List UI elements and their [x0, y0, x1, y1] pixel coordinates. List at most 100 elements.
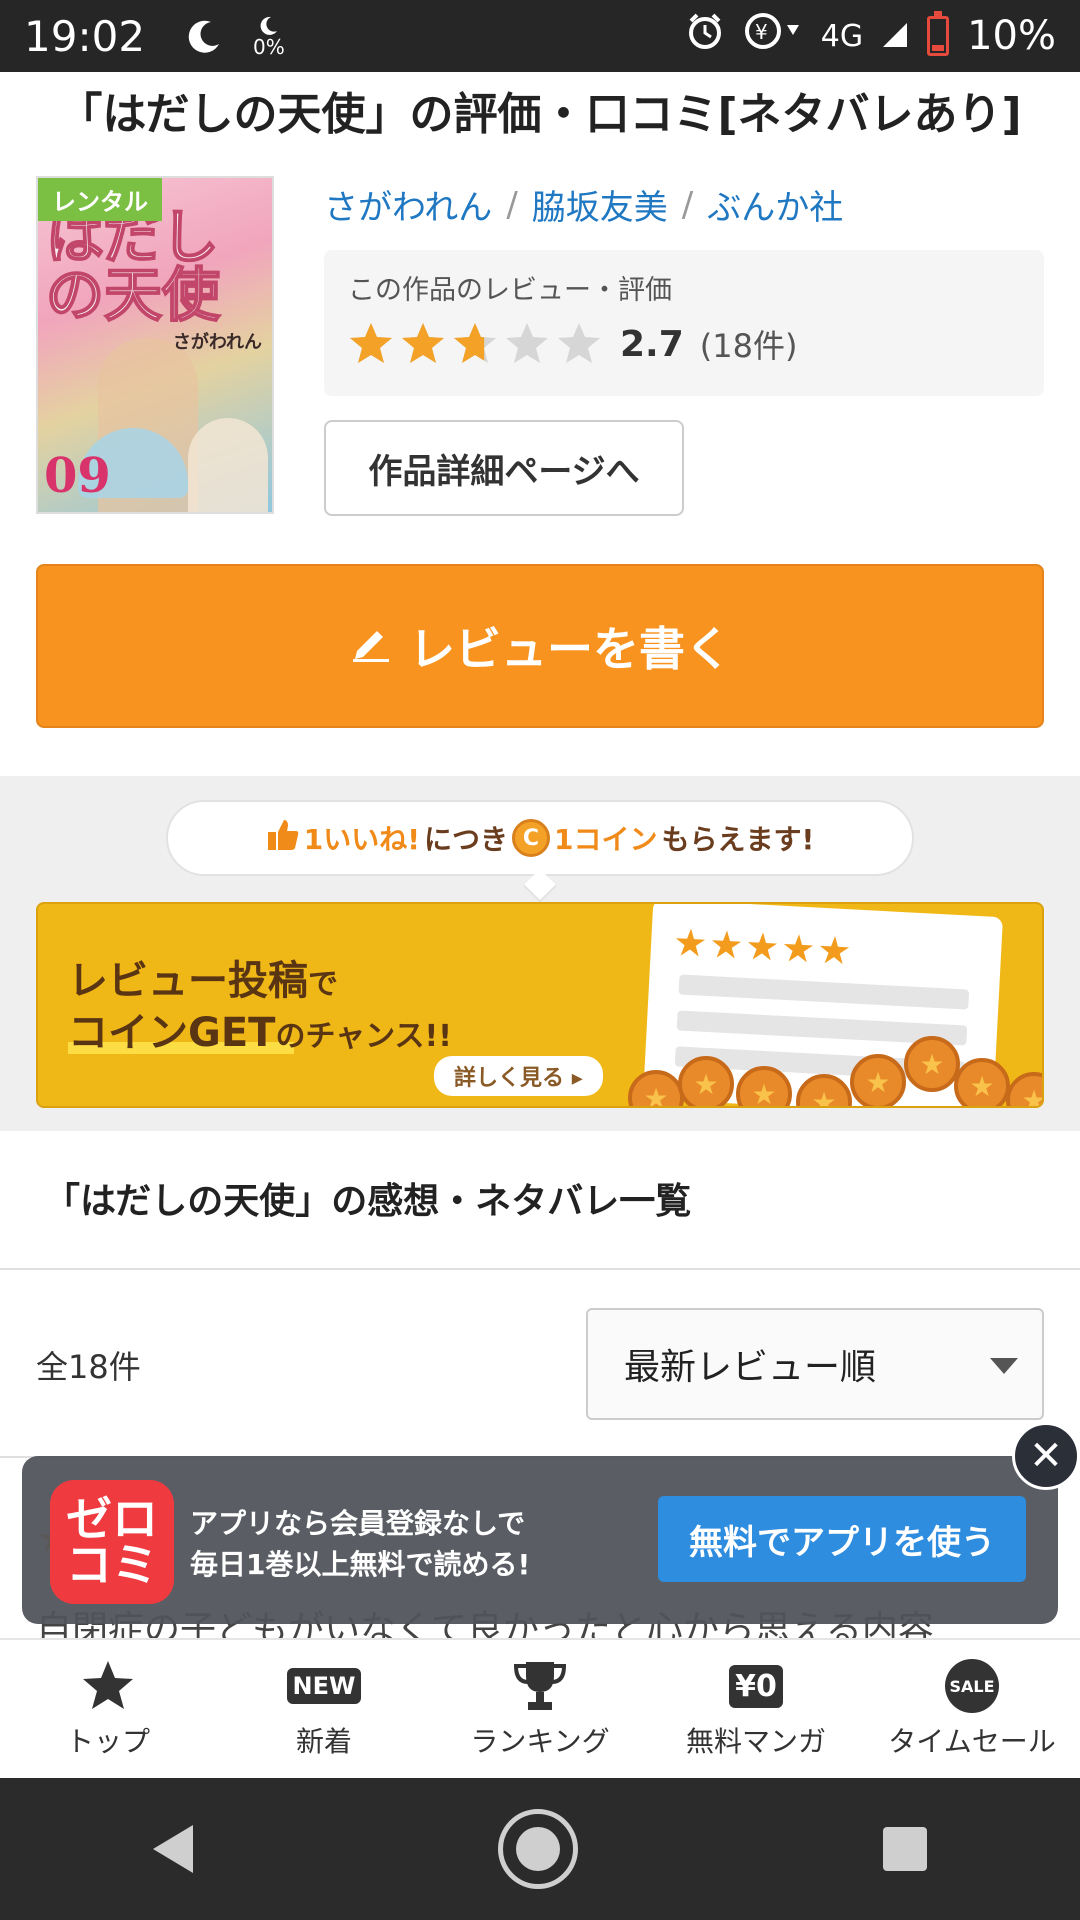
rating-star-icon — [506, 323, 548, 363]
publisher-link[interactable]: ぶんか社 — [707, 180, 843, 229]
illustrator-link[interactable]: 脇坂友美 — [532, 180, 668, 229]
close-overlay-button[interactable]: ✕ — [1012, 1422, 1080, 1490]
rating-count: (18件) — [699, 327, 798, 365]
nav-item-timesale[interactable]: SALE タイムセール — [864, 1640, 1080, 1778]
sort-selected-value: 最新レビュー順 — [624, 1347, 877, 1388]
banner-more-label: 詳しく見る — [454, 1066, 565, 1091]
cover-author: さがわれん — [172, 332, 262, 353]
app-promo-overlay: ゼロ コミ アプリなら会員登録なしで 毎日1巻以上無料で読める! 無料でアプリを… — [22, 1456, 1058, 1624]
use-app-button[interactable]: 無料でアプリを使う — [658, 1496, 1026, 1582]
back-icon[interactable] — [152, 1825, 193, 1873]
data-percent: 0% — [253, 35, 285, 59]
rating-box: この作品のレビュー・評価 2.7 (18件) — [324, 250, 1044, 396]
nav-item-top[interactable]: トップ — [0, 1640, 216, 1778]
free-badge: ¥0 — [729, 1664, 783, 1708]
page: 19:02 0% ¥ 4G 10% 「はだしの天使」の評価・口コミ[ネタバレあり… — [0, 0, 1080, 1920]
status-right: ¥ 4G 10% — [685, 11, 1056, 61]
rating-star-icon — [454, 323, 496, 363]
banner-line1-suffix: で — [308, 967, 338, 1002]
banner-line1-main: レビュー投稿 — [68, 958, 308, 1004]
rating-star-icon — [558, 323, 600, 363]
coin-info-bubble: 1いいね! につき C 1コイン もらえます! — [166, 800, 914, 876]
battery-percent: 10% — [967, 13, 1056, 59]
system-nav-bar — [0, 1778, 1080, 1920]
status-time: 19:02 — [24, 11, 146, 61]
nav-item-free-manga[interactable]: ¥0 無料マンガ — [648, 1640, 864, 1778]
write-review-label: レビューを書く — [409, 622, 731, 676]
rental-badge: レンタル — [38, 178, 162, 221]
divider — [0, 1268, 1080, 1270]
nav-label-new: 新着 — [295, 1725, 352, 1758]
svg-text:¥: ¥ — [755, 20, 768, 44]
banner-line2-main: コインGET — [68, 1010, 276, 1056]
nav-item-ranking[interactable]: ランキング — [432, 1640, 648, 1778]
new-badge: NEW — [286, 1668, 362, 1704]
chevron-right-icon: ▸ — [571, 1066, 583, 1091]
banner-line1: レビュー投稿で — [68, 948, 338, 1006]
free-icon: ¥0 — [726, 1658, 786, 1714]
coin-icon: C — [512, 819, 550, 857]
sort-select[interactable]: 最新レビュー順 — [586, 1308, 1044, 1420]
detail-page-button[interactable]: 作品詳細ページへ — [324, 420, 684, 516]
sale-badge: SALE — [945, 1659, 999, 1713]
network-type: 4G — [820, 18, 864, 54]
close-icon: ✕ — [1029, 1433, 1063, 1479]
home-icon[interactable] — [497, 1809, 578, 1889]
bubble-per-text: につき — [423, 823, 508, 856]
wifi-lock-icon: ¥ — [743, 11, 803, 61]
battery-icon — [927, 11, 950, 56]
write-review-button[interactable]: レビューを書く — [36, 564, 1044, 728]
bubble-get-text: もらえます! — [661, 823, 815, 856]
rating-score: 2.7 — [620, 323, 684, 365]
new-icon: NEW — [286, 1658, 362, 1714]
page-title: 「はだしの天使」の評価・口コミ[ネタバレあり] — [58, 89, 1022, 140]
app-promo-line1: アプリなら会員登録なしで — [190, 1507, 526, 1540]
sale-icon: SALE — [942, 1658, 1002, 1714]
nav-label-free-manga: 無料マンガ — [685, 1725, 826, 1758]
zerocomi-app-icon[interactable]: ゼロ コミ — [50, 1480, 174, 1604]
book-cover[interactable]: はだしの天使 さがわれん 09 レンタル — [36, 176, 274, 514]
rating-stars — [348, 321, 602, 367]
recent-apps-icon[interactable] — [883, 1827, 928, 1871]
alarm-icon — [685, 11, 725, 61]
banner-line2-suffix: のチャンス!! — [275, 1019, 452, 1054]
rating-star-icon — [350, 323, 392, 363]
bubble-like-text: 1いいね! — [303, 823, 420, 856]
banner-line2: コインGETのチャンス!! — [68, 1000, 452, 1058]
data-saver-icon: 0% — [253, 15, 285, 57]
star-icon — [78, 1658, 138, 1714]
app-promo-text: アプリなら会員登録なしで 毎日1巻以上無料で読める! — [190, 1504, 530, 1585]
banner-coins-icon: ★ ★ ★ ★ ★ ★ ★ ★ — [628, 1036, 1042, 1106]
trophy-icon — [510, 1658, 570, 1714]
moon-icon — [185, 16, 225, 56]
cover-volume: 09 — [44, 448, 111, 504]
nav-item-new[interactable]: NEW 新着 — [216, 1640, 432, 1778]
rating-label: この作品のレビュー・評価 — [348, 275, 672, 306]
review-campaign-banner[interactable]: ★★★★★ ★ ★ ★ ★ ★ ★ ★ ★ レビュー投稿で コインGETのチャン… — [36, 902, 1044, 1108]
banner-more-button[interactable]: 詳しく見る ▸ — [434, 1056, 603, 1096]
review-list-title: 「はだしの天使」の感想・ネタバレ一覧 — [44, 1181, 692, 1222]
bubble-coin-text: 1コイン — [554, 823, 658, 856]
nav-label-ranking: ランキング — [470, 1725, 610, 1758]
review-count: 全18件 — [36, 1348, 141, 1386]
book-credits: さがわれん / 脇坂友美 / ぶんか社 — [324, 180, 843, 229]
rating-star-icon — [402, 323, 444, 363]
app-icon-line2: コミ — [66, 1538, 158, 1592]
credit-separator: / — [681, 184, 694, 225]
rating-row: 2.7 (18件) — [348, 321, 1020, 367]
cover-art-child — [188, 418, 268, 512]
nav-label-timesale: タイムセール — [888, 1725, 1056, 1758]
bottom-nav: トップ NEW 新着 ランキング ¥0 無料マンガ SALE タイムセール — [0, 1638, 1080, 1778]
nav-label-top: トップ — [65, 1725, 150, 1758]
caret-down-icon — [990, 1358, 1018, 1374]
banner-card-line — [678, 974, 970, 1010]
pencil-icon — [349, 619, 393, 674]
signal-icon — [881, 13, 909, 59]
app-promo-line2: 毎日1巻以上無料で読める! — [190, 1547, 531, 1581]
status-bar: 19:02 0% ¥ 4G 10% — [0, 0, 1080, 72]
banner-card-stars-icon: ★★★★★ — [672, 920, 855, 974]
cover-title: はだしの天使 — [45, 203, 221, 329]
thumbs-up-icon — [266, 818, 300, 859]
author-link[interactable]: さがわれん — [324, 180, 492, 229]
app-icon-line1: ゼロ — [66, 1492, 158, 1546]
